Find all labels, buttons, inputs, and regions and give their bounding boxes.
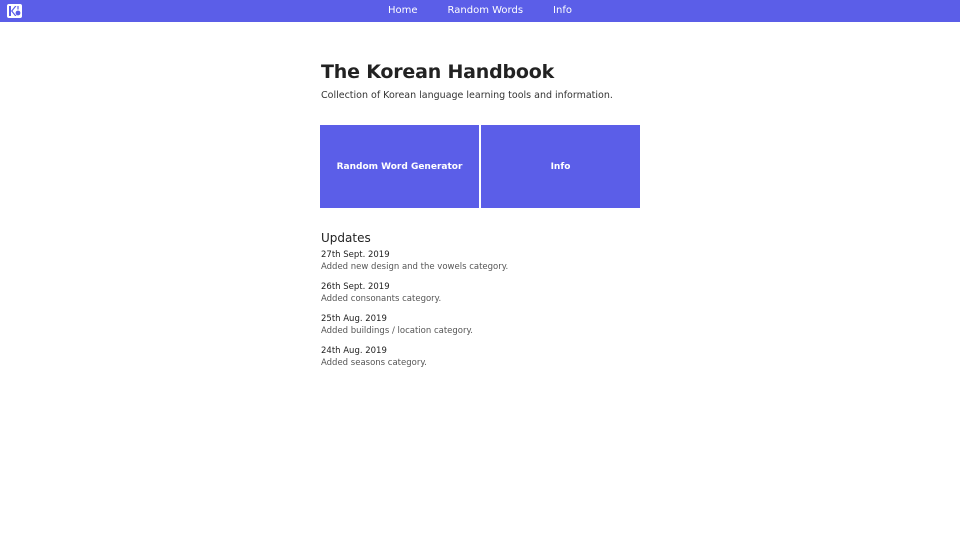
top-navbar: Home Random Words Info [0,0,960,22]
nav-link-info[interactable]: Info [538,0,587,22]
update-date: 24th Aug. 2019 [321,346,387,356]
nav-link-random-words[interactable]: Random Words [433,0,539,22]
update-date: 27th Sept. 2019 [321,250,390,260]
info-card[interactable]: Info [481,125,640,208]
nav-link-home[interactable]: Home [373,0,433,22]
update-entry: 26th Sept. 2019 Added consonants categor… [321,281,641,305]
update-entry: 24th Aug. 2019 Added seasons category. [321,345,641,369]
update-date: 25th Aug. 2019 [321,314,387,324]
update-text: Added buildings / location category. [321,326,474,336]
updates-section: Updates 27th Sept. 2019 Added new design… [321,231,641,377]
page-title: The Korean Handbook [321,61,555,83]
update-text: Added seasons category. [321,358,427,368]
updates-heading: Updates [321,231,371,245]
tool-cards: Random Word Generator Info [320,125,640,208]
update-text: Added consonants category. [321,294,442,304]
update-entry: 25th Aug. 2019 Added buildings / locatio… [321,313,641,337]
main-nav: Home Random Words Info [0,0,960,22]
page-subtitle: Collection of Korean language learning t… [321,90,613,101]
main-content: The Korean Handbook Collection of Korean… [320,60,641,368]
update-date: 26th Sept. 2019 [321,282,390,292]
update-text: Added new design and the vowels category… [321,262,509,272]
random-word-generator-card[interactable]: Random Word Generator [320,125,479,208]
update-entry: 27th Sept. 2019 Added new design and the… [321,249,641,273]
